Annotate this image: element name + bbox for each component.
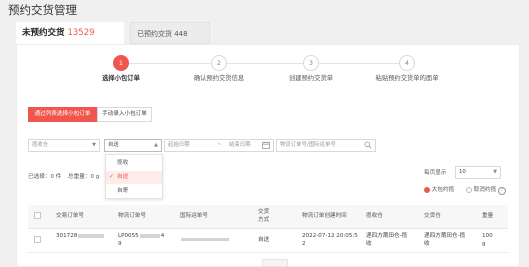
page-title: 预约交货管理 bbox=[8, 3, 77, 17]
select-from-list-button[interactable]: 通过列表选择小包订单 bbox=[28, 107, 97, 122]
per-page-value: 10 bbox=[459, 169, 466, 175]
step-3-circle: 3 bbox=[303, 55, 319, 71]
trade-order-prefix: 301728 bbox=[56, 233, 78, 239]
pickup-warehouse-line: 递四方莆田仓-揽 bbox=[366, 233, 408, 239]
row-divider bbox=[28, 252, 508, 253]
tab-unreserved[interactable]: 未预约交货 13529 bbox=[16, 22, 124, 44]
delivery-type-select[interactable]: 自送 ▲ bbox=[104, 139, 162, 152]
step-4-label: 粘贴预约交货单的面单 bbox=[375, 75, 439, 82]
order-search-placeholder: 物流订单号/国际运单号 bbox=[280, 142, 336, 148]
radio-unselected bbox=[466, 186, 472, 193]
logistics-order-suffix: 4 bbox=[160, 233, 165, 239]
radio-selected bbox=[424, 186, 430, 193]
select-all-checkbox[interactable] bbox=[34, 212, 41, 219]
step-connector bbox=[129, 63, 211, 64]
warehouse-select[interactable]: 揽收仓 ▼ bbox=[28, 139, 100, 152]
date-range-picker[interactable]: 起始日期 ~ 结束日期 bbox=[164, 139, 274, 152]
created-time-cell: 2022-07-12 20:05:5 2 bbox=[302, 233, 358, 248]
total-weight: 总重量：0 g bbox=[68, 174, 100, 180]
step-1-circle: 1 bbox=[113, 55, 129, 71]
col-intl-waybill: 国际运单号 bbox=[180, 213, 208, 219]
warehouse-select-placeholder: 揽收仓 bbox=[32, 142, 49, 148]
step-connector bbox=[319, 63, 399, 64]
chevron-down-icon: ▼ bbox=[92, 142, 96, 148]
pickup-warehouse-cell: 递四方莆田仓-揽 收 bbox=[366, 233, 407, 248]
dropdown-option-pickup[interactable]: 揽收 bbox=[106, 157, 162, 170]
start-date-placeholder: 起始日期 bbox=[168, 142, 190, 148]
per-page-select[interactable]: 10 ▼ bbox=[455, 166, 501, 179]
step-4-circle: 4 bbox=[399, 55, 415, 71]
step-1-label: 选择小包订单 bbox=[102, 75, 140, 82]
redacted-text bbox=[78, 233, 105, 238]
dropdown-option-self-mail[interactable]: 自寄 bbox=[106, 185, 162, 198]
col-trade-order: 交易订单号 bbox=[56, 213, 84, 219]
col-created-time: 物流订单创建时间 bbox=[302, 213, 347, 219]
step-connector bbox=[227, 63, 303, 64]
selected-count: 已选择：0 件 bbox=[28, 174, 62, 180]
dropdown-option-label: 揽收 bbox=[117, 160, 129, 166]
delivery-type-value: 自送 bbox=[108, 142, 119, 148]
step-2-circle: 2 bbox=[211, 55, 227, 71]
dropdown-option-label: 自送 bbox=[117, 174, 129, 180]
pagination-control[interactable] bbox=[262, 259, 288, 267]
redacted-text bbox=[181, 238, 229, 241]
col-delivery-method: 交货方式 bbox=[258, 209, 270, 223]
chevron-up-icon: ▲ bbox=[154, 142, 158, 148]
step-2-label: 确认预约交货信息 bbox=[193, 75, 245, 82]
col-logistics-order: 物流订单号 bbox=[118, 213, 146, 219]
pickup-warehouse-line: 收 bbox=[366, 240, 372, 247]
col-weight: 重量 bbox=[482, 213, 494, 219]
row-checkbox[interactable] bbox=[34, 236, 41, 243]
delivery-warehouse-line: 递四方莆田仓-揽 bbox=[424, 233, 466, 239]
manual-input-button[interactable]: 手动录入小包订单 bbox=[97, 107, 152, 122]
package-type-option-big[interactable]: 大包约揽 bbox=[424, 185, 454, 193]
weight-cell: 100 g bbox=[482, 233, 493, 248]
search-icon[interactable] bbox=[364, 141, 372, 154]
logistics-order-prefix: LP0055 bbox=[118, 233, 139, 239]
created-time-line: 2 bbox=[302, 240, 306, 247]
per-page-label: 每页显示 bbox=[424, 170, 447, 176]
delivery-type-dropdown: 揽收 ✓ 自送 自寄 bbox=[105, 154, 163, 199]
date-range-separator: ~ bbox=[217, 142, 222, 148]
created-time-line: 2022-07-12 20:05:5 bbox=[302, 233, 358, 239]
trade-order-cell: 301728 bbox=[56, 233, 105, 241]
weight-unit: g bbox=[482, 240, 486, 247]
order-search-input[interactable]: 物流订单号/国际运单号 bbox=[276, 139, 376, 152]
logistics-order-suffix: 9 bbox=[118, 240, 122, 247]
help-icon[interactable]: ? bbox=[497, 187, 506, 195]
delivery-method-cell: 自送 bbox=[258, 237, 270, 243]
col-delivery-warehouse: 交货仓 bbox=[424, 213, 441, 219]
weight-value: 100 bbox=[482, 233, 493, 239]
intl-waybill-cell bbox=[180, 237, 230, 245]
check-icon: ✓ bbox=[109, 174, 114, 180]
dropdown-option-self-delivery[interactable]: ✓ 自送 bbox=[106, 171, 162, 184]
tab-reserved[interactable]: 已预约交货 448 bbox=[130, 22, 210, 44]
step-3-label: 创建预约交货单 bbox=[288, 75, 334, 82]
tab-unreserved-count: 13529 bbox=[67, 28, 95, 38]
calendar-icon[interactable] bbox=[262, 141, 270, 154]
package-type-big-label: 大包约揽 bbox=[431, 187, 455, 193]
delivery-warehouse-cell: 递四方莆田仓-揽 收 bbox=[424, 233, 465, 248]
redacted-text bbox=[139, 233, 160, 238]
package-type-option-cancel[interactable]: 取消约揽 ? bbox=[466, 185, 506, 195]
logistics-order-cell: LP0055 4 9 bbox=[118, 233, 164, 248]
package-type-cancel-label: 取消约揽 bbox=[473, 187, 497, 193]
delivery-warehouse-line: 收 bbox=[424, 240, 430, 247]
tab-unreserved-label: 未预约交货 bbox=[22, 28, 65, 38]
chevron-down-icon: ▼ bbox=[493, 169, 497, 175]
end-date-placeholder: 结束日期 bbox=[229, 142, 251, 148]
col-pickup-warehouse: 揽收仓 bbox=[366, 213, 383, 219]
dropdown-option-label: 自寄 bbox=[117, 188, 129, 194]
